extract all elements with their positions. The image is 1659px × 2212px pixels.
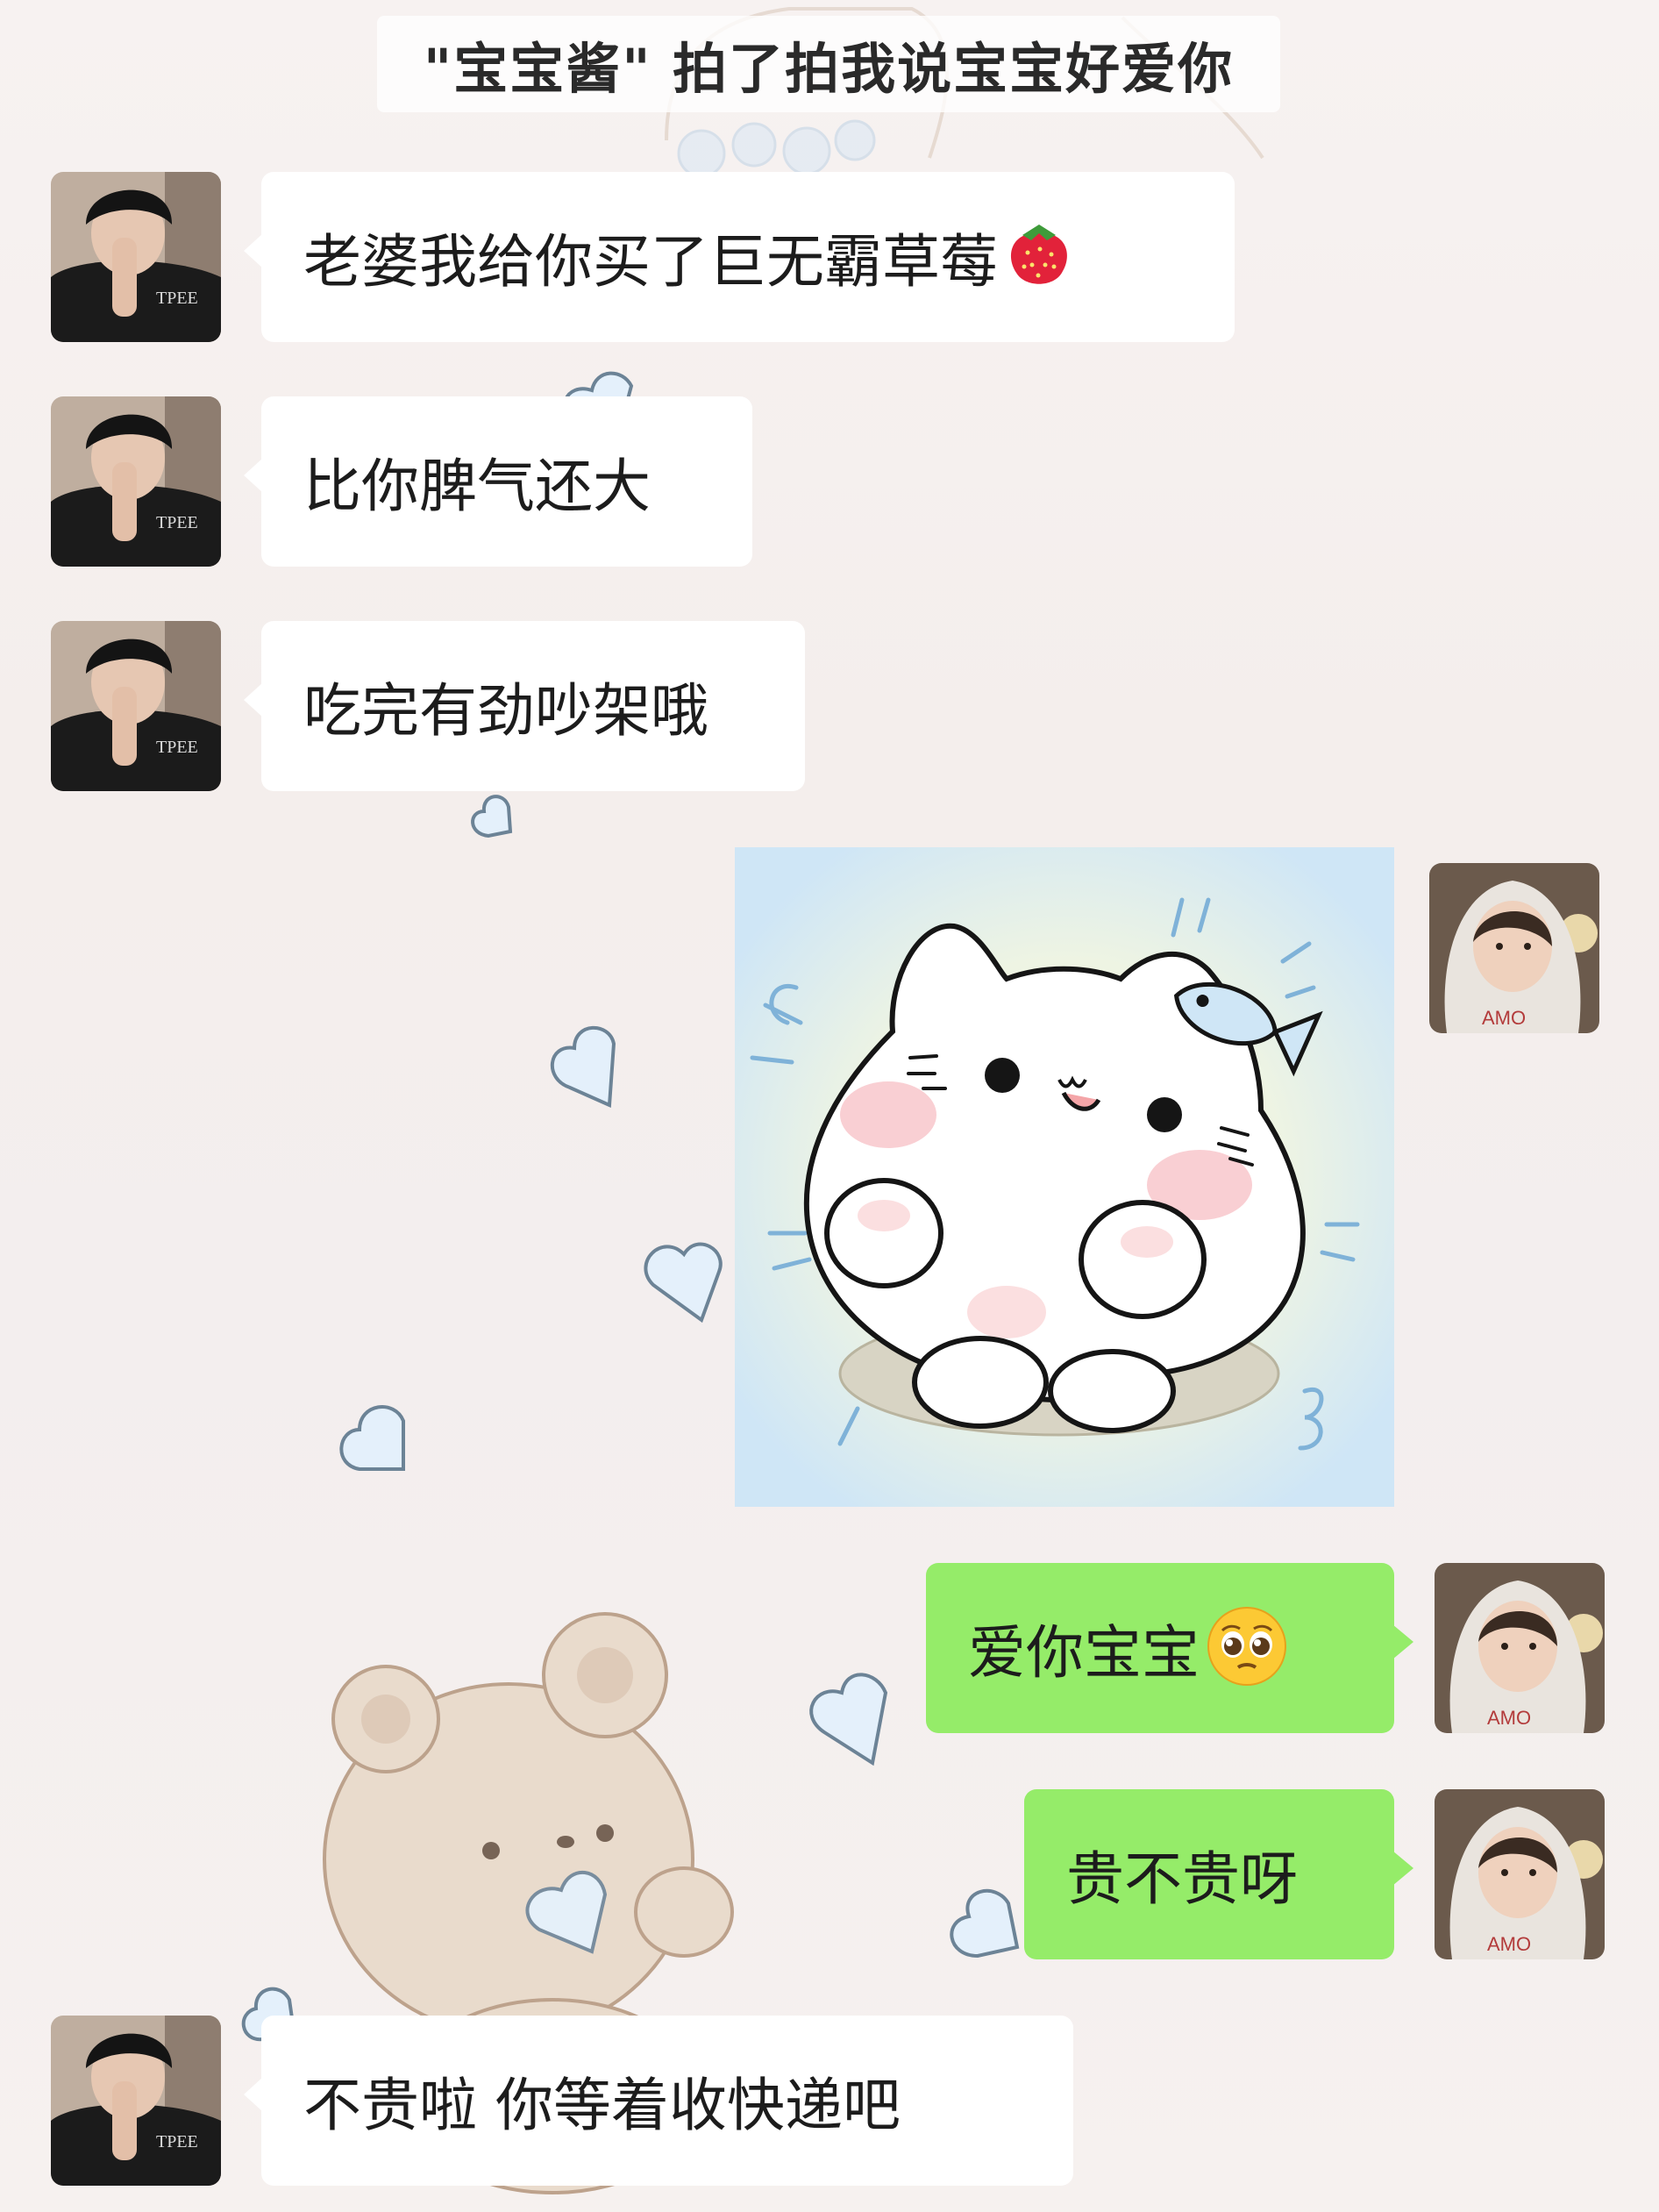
white-cat-with-fish-sticker[interactable] [735, 847, 1394, 1507]
my-avatar[interactable]: AMO [1435, 1563, 1605, 1733]
strawberry-icon [1003, 216, 1075, 298]
message-bubble-6[interactable]: 贵不贵呀 [1024, 1789, 1413, 1959]
svg-text:TPEE: TPEE [156, 513, 198, 532]
message-text: 爱你宝宝 [968, 1619, 1200, 1687]
svg-text:TPEE: TPEE [156, 2132, 198, 2151]
my-avatar[interactable]: AMO [1429, 863, 1599, 1033]
pat-notice-text: "宝宝酱" 拍了拍我说宝宝好爱你 [423, 37, 1235, 101]
message-bubble-5[interactable]: 爱你宝宝 [926, 1563, 1413, 1733]
svg-text:TPEE: TPEE [156, 289, 198, 308]
contact-avatar[interactable]: TPEE [51, 396, 221, 567]
message-text: 老婆我给你买了巨无霸草莓 [303, 228, 998, 296]
message-bubble-3[interactable]: 吃完有劲吵架哦 [244, 621, 805, 791]
message-bubble-7[interactable]: 不贵啦 你等着收快递吧 [244, 2016, 1073, 2186]
contact-avatar[interactable]: TPEE [51, 172, 221, 342]
contact-avatar[interactable]: TPEE [51, 621, 221, 791]
message-text: 吃完有劲吵架哦 [303, 677, 708, 745]
message-bubble-2[interactable]: 比你脾气还大 [244, 396, 752, 567]
message-text: 比你脾气还大 [303, 453, 651, 520]
message-text: 贵不贵呀 [1066, 1845, 1298, 1913]
my-avatar[interactable]: AMO [1435, 1789, 1605, 1959]
pleading-face-icon [1205, 1604, 1289, 1692]
contact-avatar[interactable]: TPEE [51, 2016, 221, 2186]
svg-text:AMO: AMO [1487, 1707, 1531, 1729]
pat-notice: "宝宝酱" 拍了拍我说宝宝好爱你 [377, 16, 1280, 112]
svg-text:AMO: AMO [1487, 1933, 1531, 1955]
svg-text:TPEE: TPEE [156, 738, 198, 757]
svg-text:AMO: AMO [1482, 1007, 1526, 1029]
message-text: 不贵啦 你等着收快递吧 [303, 2072, 901, 2139]
message-bubble-1[interactable]: 老婆我给你买了巨无霸草莓 [244, 172, 1235, 342]
